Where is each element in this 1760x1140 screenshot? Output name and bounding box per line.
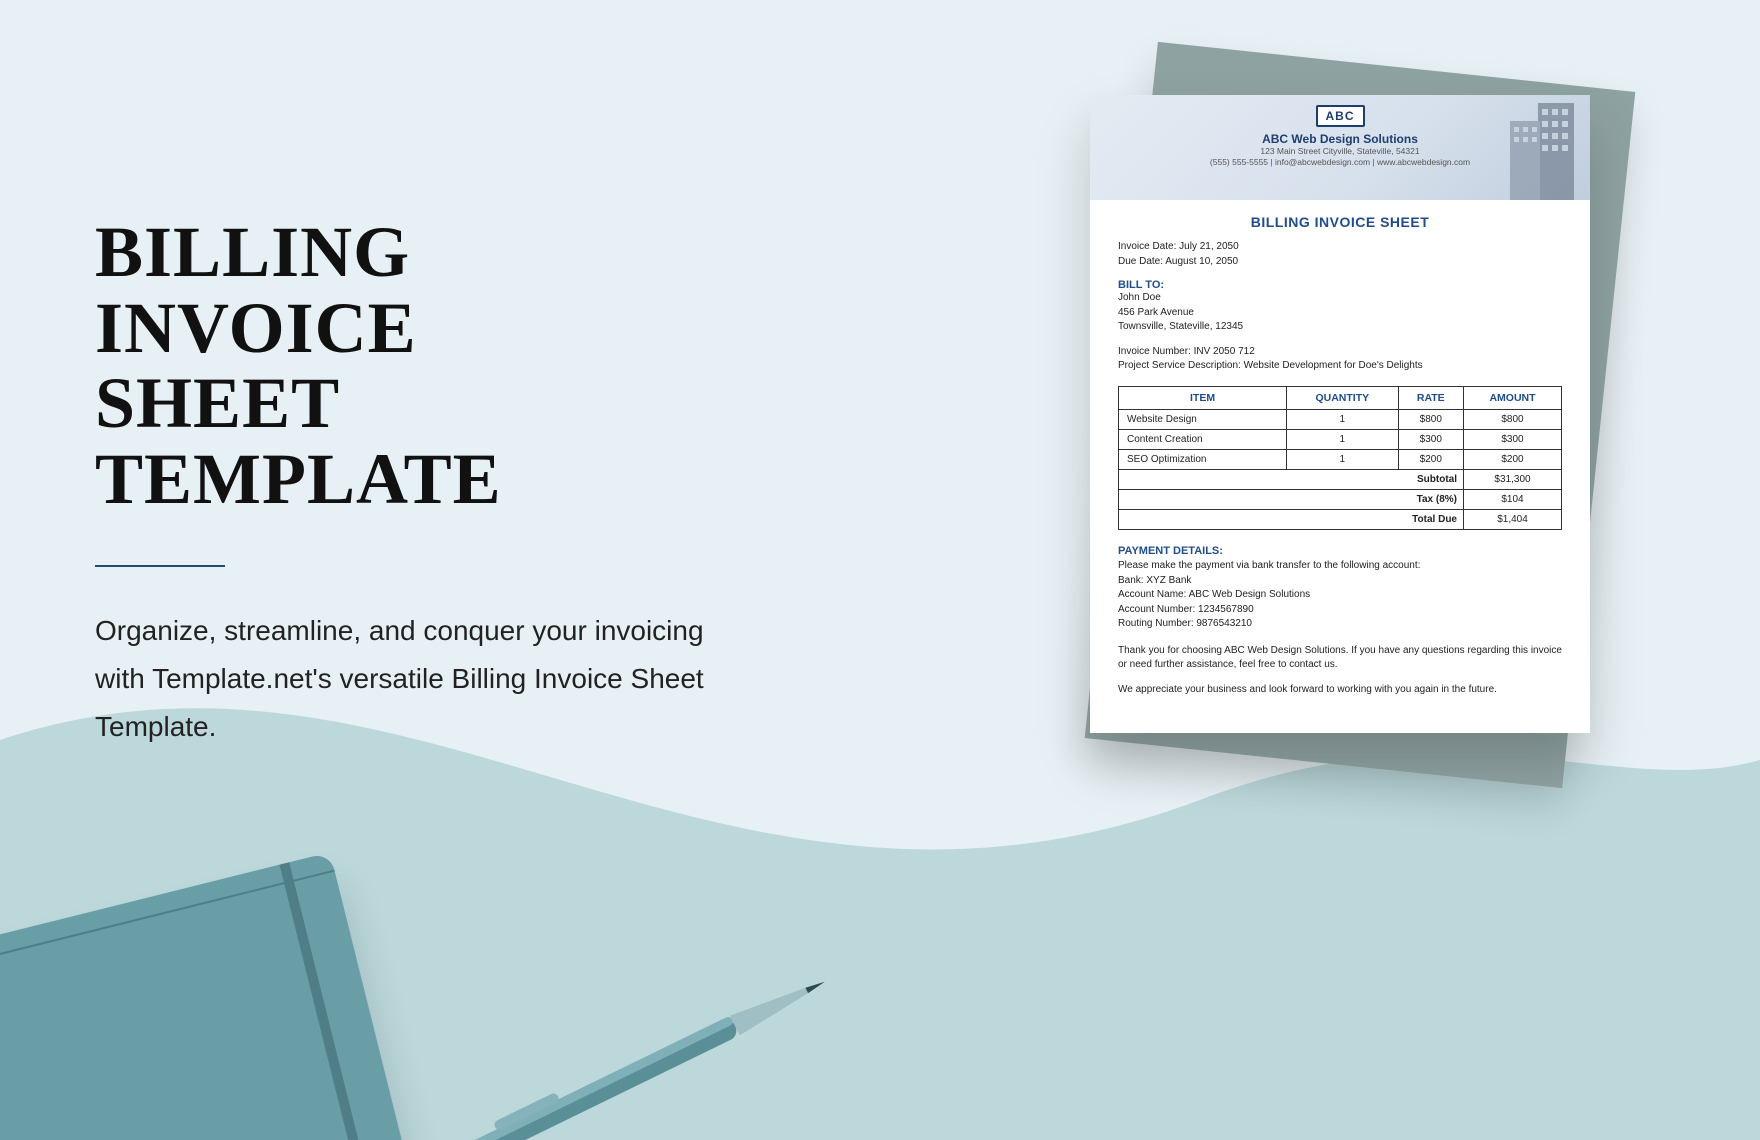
account-name: ABC Web Design Solutions [1189, 589, 1311, 600]
cell-amount: $200 [1464, 449, 1562, 469]
cell-amount: $300 [1464, 429, 1562, 449]
title-line-2: SHEET TEMPLATE [95, 363, 502, 519]
invoice-sheet: ABC ABC Web Design Solutions 123 Main St… [1090, 95, 1590, 733]
invoice-date-label: Invoice Date: [1118, 241, 1176, 252]
project-description: Website Development for Doe's Delights [1244, 360, 1423, 371]
tax-label: Tax (8%) [1119, 489, 1464, 509]
payment-intro: Please make the payment via bank transfe… [1118, 559, 1562, 574]
due-date-label: Due Date: [1118, 256, 1163, 267]
cell-rate: $300 [1398, 429, 1463, 449]
cell-qty: 1 [1287, 449, 1398, 469]
invoice-number: INV 2050 712 [1194, 346, 1255, 357]
table-row: SEO Optimization 1 $200 $200 [1119, 449, 1562, 469]
bank-label: Bank: [1118, 575, 1144, 586]
routing-label: Routing Number: [1118, 618, 1194, 629]
document-preview: ABC ABC Web Design Solutions 123 Main St… [1090, 75, 1600, 815]
notebook-prop [0, 852, 417, 1140]
thanks-line-2: We appreciate your business and look for… [1118, 683, 1562, 698]
invoice-dates: Invoice Date: July 21, 2050 Due Date: Au… [1118, 240, 1562, 269]
project-label: Project Service Description: [1118, 360, 1241, 371]
page-title: BILLING INVOICE SHEET TEMPLATE [95, 215, 735, 517]
bill-to-label: BILL TO: [1118, 279, 1562, 291]
cell-rate: $200 [1398, 449, 1463, 469]
total-row: Total Due $1,404 [1119, 509, 1562, 529]
cell-item: SEO Optimization [1119, 449, 1287, 469]
description-text: Organize, streamline, and conquer your i… [95, 607, 715, 750]
tax-row: Tax (8%) $104 [1119, 489, 1562, 509]
cell-rate: $800 [1398, 409, 1463, 429]
company-logo: ABC [1316, 105, 1365, 127]
subtotal-label: Subtotal [1119, 469, 1464, 489]
account-number: 1234567890 [1198, 604, 1254, 615]
notebook-band [279, 862, 376, 1140]
bank-name: XYZ Bank [1146, 575, 1191, 586]
invoice-body: BILLING INVOICE SHEET Invoice Date: July… [1090, 200, 1590, 697]
invoice-date: July 21, 2050 [1179, 241, 1239, 252]
cell-qty: 1 [1287, 429, 1398, 449]
col-rate: RATE [1398, 386, 1463, 409]
promo-stage: BILLING INVOICE SHEET TEMPLATE Organize,… [0, 0, 1760, 1140]
table-header-row: ITEM QUANTITY RATE AMOUNT [1119, 386, 1562, 409]
thanks-line-1: Thank you for choosing ABC Web Design So… [1118, 644, 1562, 673]
building-graphic [1470, 95, 1590, 200]
title-line-1: BILLING INVOICE [95, 212, 417, 368]
col-amount: AMOUNT [1464, 386, 1562, 409]
cell-amount: $800 [1464, 409, 1562, 429]
invoice-reference: Invoice Number: INV 2050 712 Project Ser… [1118, 345, 1562, 374]
closing-text: Thank you for choosing ABC Web Design So… [1118, 644, 1562, 698]
account-name-label: Account Name: [1118, 589, 1186, 600]
account-number-label: Account Number: [1118, 604, 1195, 615]
cell-item: Content Creation [1119, 429, 1287, 449]
line-items-table: ITEM QUANTITY RATE AMOUNT Website Design… [1118, 386, 1562, 530]
title-divider [95, 565, 225, 567]
payment-label: PAYMENT DETAILS: [1118, 544, 1562, 560]
subtotal-row: Subtotal $31,300 [1119, 469, 1562, 489]
bill-to-city: Townsville, Stateville, 12345 [1118, 321, 1243, 332]
table-row: Content Creation 1 $300 $300 [1119, 429, 1562, 449]
invoice-title: BILLING INVOICE SHEET [1118, 214, 1562, 230]
bill-to-name: John Doe [1118, 292, 1161, 303]
routing-number: 9876543210 [1196, 618, 1252, 629]
col-item: ITEM [1119, 386, 1287, 409]
subtotal-value: $31,300 [1464, 469, 1562, 489]
tax-value: $104 [1464, 489, 1562, 509]
total-value: $1,404 [1464, 509, 1562, 529]
bill-to-block: John Doe 456 Park Avenue Townsville, Sta… [1118, 291, 1562, 335]
invoice-number-label: Invoice Number: [1118, 346, 1191, 357]
table-row: Website Design 1 $800 $800 [1119, 409, 1562, 429]
pen-prop [327, 907, 883, 1140]
total-label: Total Due [1119, 509, 1464, 529]
cell-item: Website Design [1119, 409, 1287, 429]
cell-qty: 1 [1287, 409, 1398, 429]
invoice-header: ABC ABC Web Design Solutions 123 Main St… [1090, 95, 1590, 200]
payment-details: PAYMENT DETAILS: Please make the payment… [1118, 544, 1562, 632]
headline-block: BILLING INVOICE SHEET TEMPLATE Organize,… [95, 215, 735, 750]
col-quantity: QUANTITY [1287, 386, 1398, 409]
bill-to-street: 456 Park Avenue [1118, 307, 1194, 318]
due-date: August 10, 2050 [1165, 256, 1238, 267]
